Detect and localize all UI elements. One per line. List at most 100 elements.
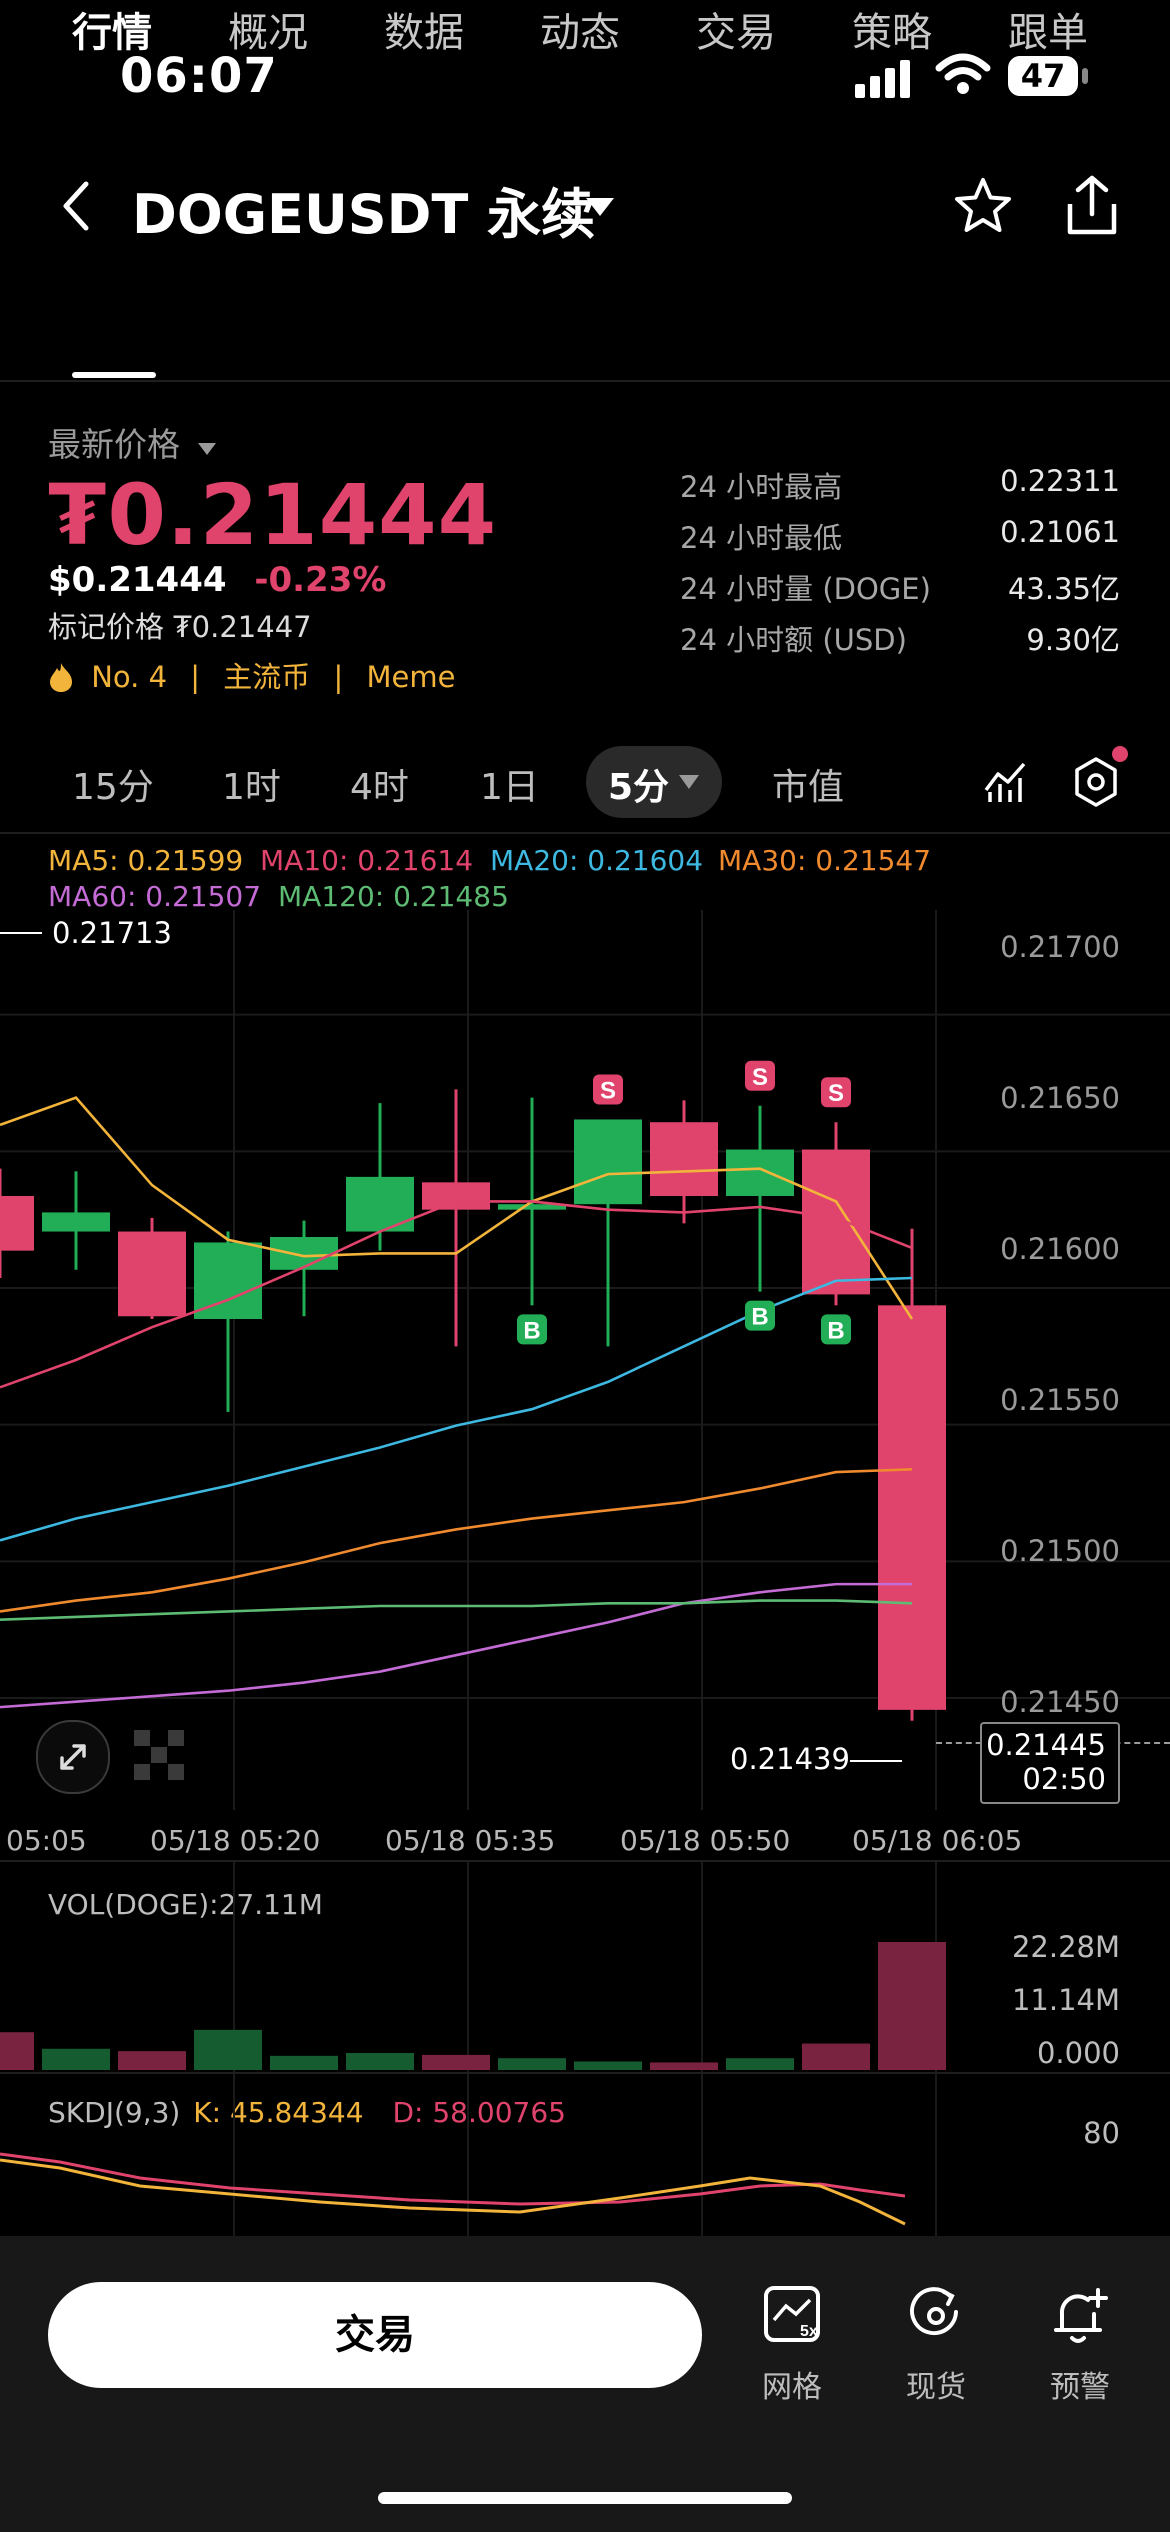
stat-24h-high: 24 小时最高 0.22311: [680, 464, 1120, 506]
tab-news[interactable]: 动态: [540, 0, 620, 58]
rank-tag[interactable]: No. 4: [91, 660, 167, 694]
sell-signal-marker[interactable]: S: [745, 1060, 775, 1091]
trade-button[interactable]: 交易: [48, 2282, 702, 2388]
ma120-label: MA120: 0.21485: [278, 880, 509, 913]
buy-signal-marker[interactable]: B: [517, 1314, 547, 1345]
y-tick-label: 0.21600: [1000, 1232, 1120, 1266]
timeframe-5m[interactable]: 5分: [608, 758, 669, 810]
signal-text: B: [827, 1317, 844, 1344]
candle-body: [574, 1119, 642, 1205]
candle-body: [422, 1182, 490, 1210]
y-tick-label: 0.21500: [1000, 1534, 1120, 1568]
high-marker-line: [0, 932, 42, 934]
back-icon[interactable]: [58, 178, 94, 234]
share-icon[interactable]: [1064, 174, 1120, 238]
stat-24h-low: 24 小时最低 0.21061: [680, 515, 1120, 557]
grid-bot-icon: 5x: [764, 2286, 820, 2342]
volume-bar: [118, 2051, 186, 2070]
volume-bar: [346, 2053, 414, 2070]
x-tick-label: 05:05: [6, 1824, 87, 1857]
timeframe-4h[interactable]: 4时: [350, 758, 409, 810]
ma20-label: MA20: 0.21604: [490, 844, 704, 877]
mainstream-tag[interactable]: 主流币: [223, 660, 310, 694]
chart-settings-icon[interactable]: [1072, 756, 1120, 808]
y-tick-label: 0.21650: [1000, 1081, 1120, 1115]
symbol-dropdown-icon[interactable]: [584, 196, 616, 218]
timeframe-1d[interactable]: 1日: [480, 758, 539, 810]
page-title[interactable]: DOGEUSDT 永续: [132, 170, 595, 249]
spot-label: 现货: [906, 2370, 966, 2405]
tab-market[interactable]: 行情: [72, 0, 152, 58]
candle-body: [118, 1231, 186, 1317]
grid-bot-button[interactable]: 5x 网格: [732, 2284, 852, 2406]
stat-key: 24 小时额 (USD): [680, 623, 907, 657]
buy-signal-marker[interactable]: B: [821, 1314, 851, 1345]
candle-body: [650, 1122, 718, 1196]
settings-notification-dot: [1112, 746, 1128, 762]
grid-bot-label: 网格: [762, 2370, 822, 2405]
y-tick-label: 0.21700: [1000, 930, 1120, 964]
stat-key: 24 小时量 (DOGE): [680, 572, 931, 606]
current-price-box: 0.21445 02:50: [980, 1722, 1120, 1804]
volume-bar: [726, 2058, 794, 2070]
alert-button[interactable]: 预警: [1020, 2284, 1140, 2406]
volume-chart[interactable]: [0, 1862, 1170, 2072]
current-price-value: 0.21445: [986, 1728, 1106, 1762]
stat-24h-volume: 24 小时量 (DOGE) 43.35亿: [680, 566, 1120, 608]
candle-body: [726, 1149, 794, 1196]
market-cap-toggle[interactable]: 市值: [772, 758, 844, 810]
indicator-icon[interactable]: [982, 758, 1028, 804]
signal-text: S: [828, 1080, 844, 1107]
signal-text: S: [600, 1077, 616, 1104]
stat-value: 43.35亿: [1007, 572, 1120, 606]
sell-signal-marker[interactable]: S: [821, 1077, 851, 1108]
candle-body: [802, 1149, 870, 1295]
y-tick-label: 0.21450: [1000, 1685, 1120, 1719]
stat-key: 24 小时最低: [680, 521, 843, 555]
high-marker-value: 0.21713: [52, 916, 172, 950]
buy-signal-marker[interactable]: B: [745, 1300, 775, 1331]
tab-copy-trading[interactable]: 跟单: [1008, 0, 1088, 58]
volume-bar: [878, 1942, 946, 2070]
price-change: -0.23%: [254, 560, 387, 600]
home-indicator: [378, 2492, 792, 2504]
stat-value: 0.21061: [1000, 515, 1120, 549]
tab-strategy[interactable]: 策略: [852, 0, 932, 58]
candle-countdown: 02:50: [1022, 1762, 1106, 1796]
x-tick-label: 05/18 05:35: [385, 1824, 556, 1857]
tab-data[interactable]: 数据: [384, 0, 464, 58]
usd-price: $0.21444: [48, 560, 227, 600]
tabs-divider: [0, 380, 1170, 382]
favorite-star-icon[interactable]: [952, 176, 1014, 236]
candlestick-chart[interactable]: B S S B S B: [0, 910, 1170, 1810]
fire-icon: [50, 663, 72, 692]
volume-bar: [194, 2029, 262, 2070]
last-price: ₮0.21444: [48, 466, 498, 564]
timeframe-1h[interactable]: 1时: [222, 758, 281, 810]
spot-button[interactable]: 现货: [876, 2284, 996, 2406]
volume-bar: [42, 2048, 110, 2070]
tab-trade[interactable]: 交易: [696, 0, 776, 58]
y-tick-label: 0.21550: [1000, 1383, 1120, 1417]
skdj-chart[interactable]: [0, 2074, 1170, 2236]
latest-price-label[interactable]: 最新价格: [48, 418, 217, 466]
meme-tag[interactable]: Meme: [367, 660, 456, 694]
timeframe-dropdown-icon[interactable]: [678, 774, 700, 790]
spot-icon: [910, 2287, 958, 2336]
x-tick-label: 05/18 05:50: [620, 1824, 791, 1857]
symbol-name: DOGEUSDT: [132, 183, 469, 246]
sell-signal-marker[interactable]: S: [593, 1074, 623, 1105]
ma60-label: MA60: 0.21507: [48, 880, 262, 913]
battery-indicator: 47: [1008, 56, 1078, 96]
candle-body: [0, 1196, 34, 1251]
usd-price-row: $0.21444 -0.23%: [48, 560, 386, 600]
fullscreen-button[interactable]: [36, 1720, 110, 1794]
stat-key: 24 小时最高: [680, 470, 843, 504]
low-marker-line: [850, 1760, 902, 1762]
signal-text: S: [752, 1064, 768, 1091]
mark-price: 标记价格 ₮0.21447: [48, 610, 312, 644]
timeframe-15m[interactable]: 15分: [72, 758, 154, 810]
tab-overview[interactable]: 概况: [228, 0, 308, 58]
okx-watermark-logo: [134, 1730, 184, 1780]
signal-text: B: [523, 1317, 540, 1344]
